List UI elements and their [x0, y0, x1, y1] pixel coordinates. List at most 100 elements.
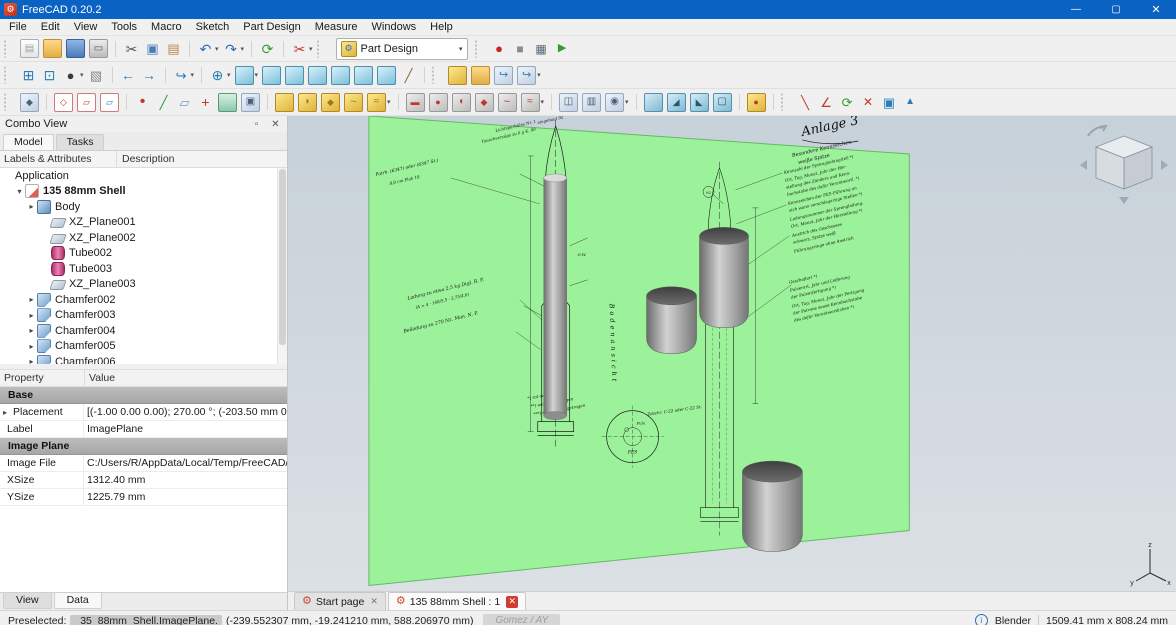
3d-viewport[interactable]: Anlage 3 Besondere Kennzeichen weiße Spi…: [288, 116, 1176, 591]
datum-line-button[interactable]: ╱: [154, 92, 173, 113]
datum-plane-button[interactable]: ▱: [175, 92, 194, 113]
hole-button[interactable]: ●: [428, 92, 449, 113]
cut-button[interactable]: ✂: [122, 38, 141, 59]
macro-edit-button[interactable]: ▦: [532, 38, 551, 59]
open-file-button[interactable]: [42, 38, 63, 59]
clone-button[interactable]: ▣: [240, 92, 261, 113]
expand-arrow[interactable]: ▸: [26, 295, 37, 304]
cad-tube-c[interactable]: [742, 461, 802, 551]
view-axonometric-button[interactable]: ▾: [234, 65, 260, 86]
tab-data[interactable]: Data: [54, 593, 102, 609]
mirrored-button[interactable]: ◫: [558, 92, 579, 113]
expand-arrow[interactable]: ▸: [26, 311, 37, 320]
property-column[interactable]: Property: [0, 370, 85, 386]
expand-arrow[interactable]: ▾: [14, 187, 25, 196]
tree-item-application[interactable]: Application: [0, 168, 287, 184]
tree-scrollbar[interactable]: [277, 168, 287, 364]
property-value[interactable]: 1225.79 mm: [84, 491, 287, 503]
fillet-button[interactable]: [643, 92, 664, 113]
maximize-button[interactable]: ▢: [1096, 0, 1136, 19]
additive-helix-button[interactable]: ≈▾: [366, 92, 392, 113]
property-label[interactable]: Label ImagePlane: [0, 421, 287, 438]
macro-stop-button[interactable]: ■: [511, 38, 530, 59]
macro-record-button[interactable]: ●: [490, 38, 509, 59]
cad-tube-b[interactable]: [700, 227, 749, 327]
draft-button[interactable]: ◣: [689, 92, 710, 113]
expand-arrow[interactable]: ▸: [26, 202, 37, 211]
measure-clear-button[interactable]: ✕: [859, 92, 878, 113]
create-body-button[interactable]: ◆: [19, 92, 40, 113]
nav-arrow-down[interactable]: [1119, 197, 1129, 204]
view-left-button[interactable]: [376, 65, 397, 86]
close-icon[interactable]: ✕: [269, 119, 282, 130]
tree-item-tube003[interactable]: Tube003: [0, 261, 287, 277]
nav-back-button[interactable]: ←: [119, 65, 138, 86]
nav-forward-button[interactable]: →: [140, 65, 159, 86]
create-sketch-button[interactable]: ◇: [53, 92, 74, 113]
draw-style-button[interactable]: ●▾: [61, 65, 85, 86]
property-value[interactable]: 1312.40 mm: [84, 474, 287, 486]
measure-refresh-button[interactable]: ⟳: [838, 92, 857, 113]
fit-all-button[interactable]: ⊞: [19, 65, 38, 86]
tree-column-labels[interactable]: Labels & Attributes: [0, 151, 117, 167]
box-selection-button[interactable]: ✂▾: [290, 38, 314, 59]
menu-tools[interactable]: Tools: [104, 20, 144, 34]
revolution-button[interactable]: ◗: [297, 92, 318, 113]
undock-icon[interactable]: ▫: [250, 119, 263, 130]
view-right-button[interactable]: [307, 65, 328, 86]
view-front-button[interactable]: [261, 65, 282, 86]
property-placement[interactable]: ▸Placement [(-1.00 0.00 0.00); 270.00 °;…: [0, 404, 287, 421]
property-value[interactable]: C:/Users/R/AppData/Local/Temp/FreeCAD/Ca…: [84, 457, 287, 469]
macro-execute-button[interactable]: ▶: [553, 38, 572, 59]
zoom-button[interactable]: ⊕▾: [208, 65, 232, 86]
view-bottom-button[interactable]: [353, 65, 374, 86]
tree-item-xz-plane001[interactable]: XZ_Plane001: [0, 215, 287, 231]
additive-loft-button[interactable]: ◆: [320, 92, 341, 113]
tab-tasks[interactable]: Tasks: [56, 134, 105, 150]
additive-pipe-button[interactable]: ~: [343, 92, 364, 113]
fit-selection-button[interactable]: ⊡: [40, 65, 59, 86]
tab-view[interactable]: View: [3, 593, 52, 609]
boolean-button[interactable]: ●: [746, 92, 767, 113]
paste-button[interactable]: ▤: [164, 38, 183, 59]
map-sketch-button[interactable]: ▱: [99, 92, 120, 113]
thickness-button[interactable]: ▢: [712, 92, 733, 113]
close-tab-icon[interactable]: ✕: [370, 597, 378, 606]
menu-view[interactable]: View: [67, 20, 105, 34]
tree-item-chamfer002[interactable]: ▸ Chamfer002: [0, 292, 287, 308]
property-value[interactable]: [(-1.00 0.00 0.00); 270.00 °; (-203.50 m…: [84, 406, 287, 418]
measure-linear-button[interactable]: ╲: [796, 92, 815, 113]
menu-file[interactable]: File: [2, 20, 34, 34]
property-value[interactable]: ImagePlane: [84, 423, 287, 435]
tree-item-tube002[interactable]: Tube002: [0, 246, 287, 262]
tree-item-xz-plane003[interactable]: XZ_Plane003: [0, 277, 287, 293]
menu-edit[interactable]: Edit: [34, 20, 67, 34]
3d-scene[interactable]: Anlage 3 Besondere Kennzeichen weiße Spi…: [288, 116, 1176, 591]
property-image-file[interactable]: Image File C:/Users/R/AppData/Local/Temp…: [0, 455, 287, 472]
menu-windows[interactable]: Windows: [365, 20, 424, 34]
measure-toggle-delta-button[interactable]: ▲: [901, 92, 920, 113]
close-button[interactable]: ✕: [1136, 0, 1176, 19]
pad-button[interactable]: [274, 92, 295, 113]
make-link-button[interactable]: ↪: [493, 65, 514, 86]
tree-item-chamfer006[interactable]: ▸ Chamfer006: [0, 354, 287, 364]
copy-button[interactable]: ▣: [143, 38, 162, 59]
shape-binder-button[interactable]: [217, 92, 238, 113]
nav-arrow-left[interactable]: [1080, 160, 1087, 170]
property-ysize[interactable]: YSize 1225.79 mm: [0, 489, 287, 506]
save-button[interactable]: [65, 38, 86, 59]
property-xsize[interactable]: XSize 1312.40 mm: [0, 472, 287, 489]
expand-arrow[interactable]: ▸: [3, 408, 13, 417]
view-top-button[interactable]: [284, 65, 305, 86]
refresh-button[interactable]: ⟳: [258, 38, 277, 59]
tree-column-description[interactable]: Description: [117, 153, 287, 165]
menu-macro[interactable]: Macro: [144, 20, 189, 34]
datum-point-button[interactable]: •: [133, 92, 152, 113]
navigation-style[interactable]: Blender: [995, 615, 1031, 625]
undo-button[interactable]: ↶▾: [196, 38, 220, 59]
measure-toggle-3d-button[interactable]: ▣: [880, 92, 899, 113]
subtractive-pipe-button[interactable]: ~: [497, 92, 518, 113]
expand-arrow[interactable]: ▸: [26, 342, 37, 351]
workbench-selector[interactable]: ⚙ Part Design ▾: [336, 38, 468, 60]
tree-item-135-88mm-shell[interactable]: ▾ 135 88mm Shell: [0, 184, 287, 200]
